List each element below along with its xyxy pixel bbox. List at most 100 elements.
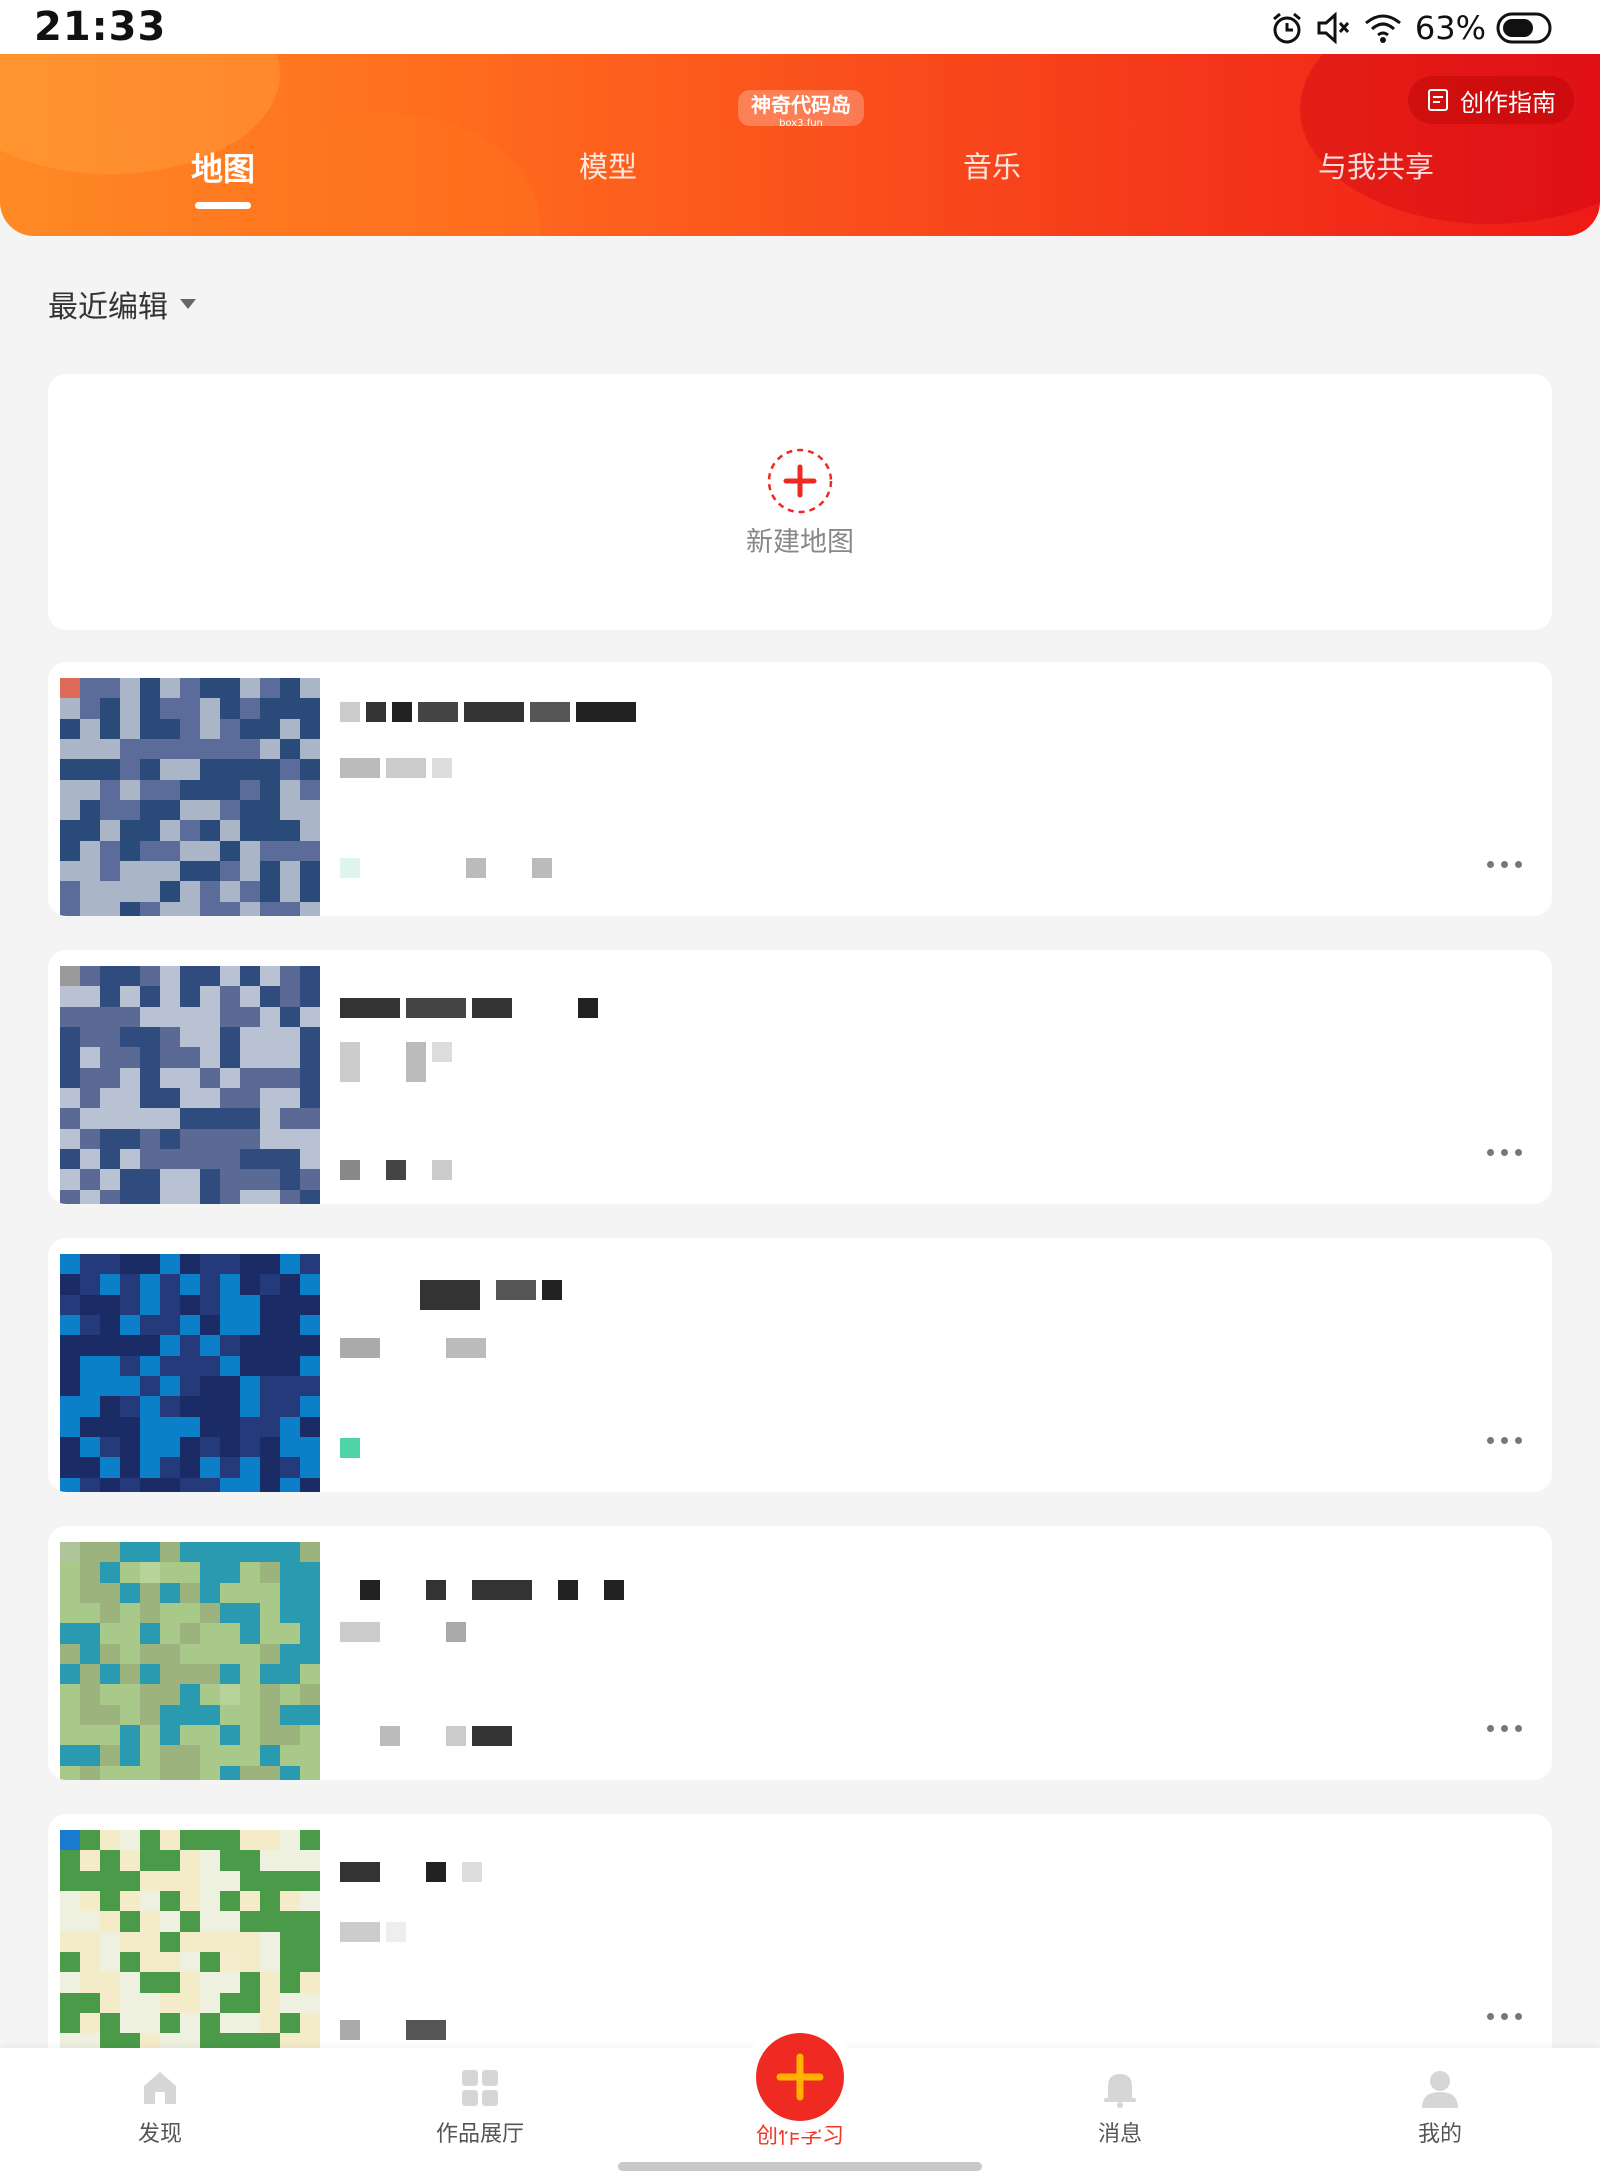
thumbnail-pixel [160,1623,180,1644]
thumbnail-pixel [260,1437,280,1458]
guide-button[interactable]: 创作指南 [1408,76,1574,124]
user-icon [1422,2071,1458,2108]
thumbnail-pixel [200,1396,220,1417]
thumbnail-pixel [100,1047,120,1068]
thumbnail-pixel [300,1562,320,1583]
thumbnail-pixel [160,1047,180,1068]
more-options-button[interactable] [1487,1437,1522,1444]
thumbnail-pixel [140,1437,160,1458]
thumbnail-pixel [140,1006,160,1027]
thumbnail-pixel [140,881,160,902]
thumbnail-pixel [200,1088,220,1109]
nav-messages[interactable]: 消息 [1020,2066,1220,2148]
thumbnail-pixel [100,1128,120,1149]
thumbnail-pixel [140,1047,160,1068]
nav-profile[interactable]: 我的 [1340,2066,1540,2148]
thumbnail-pixel [240,820,260,841]
more-options-button[interactable] [1487,1725,1522,1732]
thumbnail-pixel [200,1437,220,1458]
map-thumbnail [60,966,320,1204]
thumbnail-pixel [240,1335,260,1356]
thumbnail-pixel [80,1850,100,1871]
thumbnail-pixel [300,739,320,760]
tab-shared[interactable]: 与我共享 [1276,144,1476,186]
plus-icon [776,2053,824,2101]
thumbnail-pixel [220,1911,240,1932]
thumbnail-pixel [280,698,300,719]
tab-map[interactable]: 地图 [123,144,323,190]
thumbnail-pixel [180,1582,200,1603]
nav-discover[interactable]: 发现 [60,2066,260,2148]
thumbnail-pixel [120,1437,140,1458]
thumbnail-pixel [180,1870,200,1891]
thumbnail-pixel [280,1416,300,1437]
tab-music[interactable]: 音乐 [892,144,1092,186]
map-card[interactable] [48,1814,1552,2068]
thumbnail-pixel [240,881,260,902]
thumbnail-pixel [280,1582,300,1603]
thumbnail-pixel [120,1067,140,1088]
thumbnail-pixel [180,1335,200,1356]
thumbnail-pixel [80,1725,100,1746]
thumbnail-pixel [240,1416,260,1437]
logo-subtext: box3.fun [779,118,823,129]
thumbnail-pixel [140,861,160,882]
thumbnail-pixel [60,1891,80,1912]
thumbnail-pixel [80,1931,100,1952]
more-options-button[interactable] [1487,1149,1522,1156]
thumbnail-pixel [160,1931,180,1952]
thumbnail-pixel [200,1067,220,1088]
nav-gallery[interactable]: 作品展厅 [380,2066,580,2148]
thumbnail-pixel [220,1745,240,1766]
thumbnail-pixel [120,1562,140,1583]
thumbnail-pixel [100,1972,120,1993]
status-bar: 21:33 63% [0,0,1600,54]
thumbnail-pixel [120,1169,140,1190]
thumbnail-pixel [240,901,260,916]
map-title-redacted [340,1280,562,1310]
thumbnail-pixel [280,1335,300,1356]
thumbnail-pixel [60,1335,80,1356]
map-card[interactable] [48,662,1552,916]
thumbnail-pixel [60,1437,80,1458]
thumbnail-pixel [60,1108,80,1129]
create-button[interactable] [756,2033,844,2121]
sort-filter[interactable]: 最近编辑 [48,282,196,326]
thumbnail-pixel [140,1684,160,1705]
thumbnail-pixel [100,1376,120,1397]
thumbnail-pixel [60,1254,80,1275]
thumbnail-pixel [100,779,120,800]
thumbnail-pixel [220,1931,240,1952]
map-card[interactable] [48,1238,1552,1492]
thumbnail-pixel [260,1047,280,1068]
thumbnail-pixel [280,759,300,780]
thumbnail-pixel [300,1189,320,1204]
thumbnail-pixel [140,1562,160,1583]
map-title-redacted [340,998,598,1018]
thumbnail-pixel [80,1972,100,1993]
map-meta-redacted [340,1338,486,1358]
thumbnail-pixel [160,779,180,800]
thumbnail-pixel [300,1992,320,2013]
thumbnail-pixel [80,718,100,739]
thumbnail-pixel [180,901,200,916]
nav-create[interactable]: 创作学习 [700,2118,900,2150]
map-thumbnail [60,1542,320,1780]
thumbnail-pixel [180,820,200,841]
thumbnail-pixel [200,1830,220,1851]
thumbnail-pixel [60,1972,80,1993]
thumbnail-pixel [160,1870,180,1891]
map-card[interactable] [48,950,1552,1204]
thumbnail-pixel [200,966,220,987]
thumbnail-pixel [100,861,120,882]
tab-model[interactable]: 模型 [508,144,708,186]
thumbnail-pixel [240,1704,260,1725]
map-card[interactable] [48,1526,1552,1780]
more-options-button[interactable] [1487,861,1522,868]
more-options-button[interactable] [1487,2013,1522,2020]
thumbnail-pixel [200,1931,220,1952]
thumbnail-pixel [100,718,120,739]
thumbnail-pixel [200,1416,220,1437]
thumbnail-pixel [80,800,100,821]
thumbnail-pixel [100,1870,120,1891]
